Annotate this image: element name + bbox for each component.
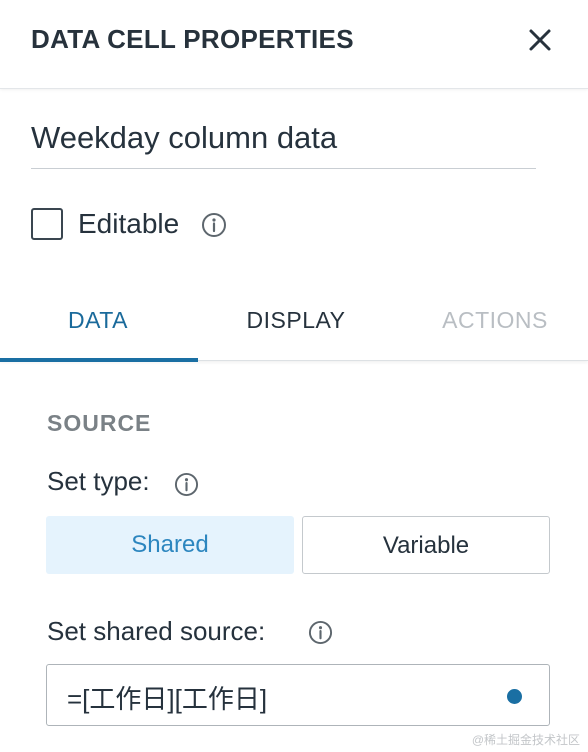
set-type-label: Set type: [47, 466, 150, 497]
shared-source-info-icon[interactable] [308, 620, 333, 645]
shared-source-value: =[工作日][工作日] [67, 684, 268, 714]
set-type-label-text: Set type: [47, 466, 150, 496]
source-section-heading: SOURCE [47, 410, 152, 436]
close-icon [529, 29, 551, 51]
cell-name-input[interactable]: Weekday column data [31, 112, 536, 169]
panel-header: DATA CELL PROPERTIES [0, 0, 588, 89]
editable-option: Editable [31, 204, 331, 244]
variable-type-button[interactable]: Variable [302, 516, 550, 574]
tab-display[interactable]: DISPLAY [198, 282, 394, 360]
status-dot-icon [507, 689, 522, 704]
property-tabs: DATA DISPLAY ACTIONS [0, 282, 588, 362]
close-button[interactable] [522, 22, 558, 58]
tab-data[interactable]: DATA [0, 282, 196, 360]
watermark: @稀土掘金技术社区 [471, 733, 580, 747]
panel-title: DATA CELL PROPERTIES [31, 24, 354, 54]
shared-source-label: Set shared source: [47, 616, 266, 646]
set-type-info-icon[interactable] [174, 472, 199, 497]
editable-label: Editable [78, 208, 180, 239]
shared-type-button[interactable]: Shared [46, 516, 294, 574]
editable-checkbox[interactable] [31, 208, 63, 240]
tab-actions: ACTIONS [442, 307, 548, 333]
shared-source-input[interactable]: =[工作日][工作日] [46, 664, 550, 726]
editable-info-icon[interactable] [201, 212, 227, 238]
data-cell-properties-panel: DATA CELL PROPERTIES Weekday column data… [0, 0, 588, 752]
cell-name-value: Weekday column data [31, 120, 338, 155]
active-tab-indicator [0, 358, 198, 362]
